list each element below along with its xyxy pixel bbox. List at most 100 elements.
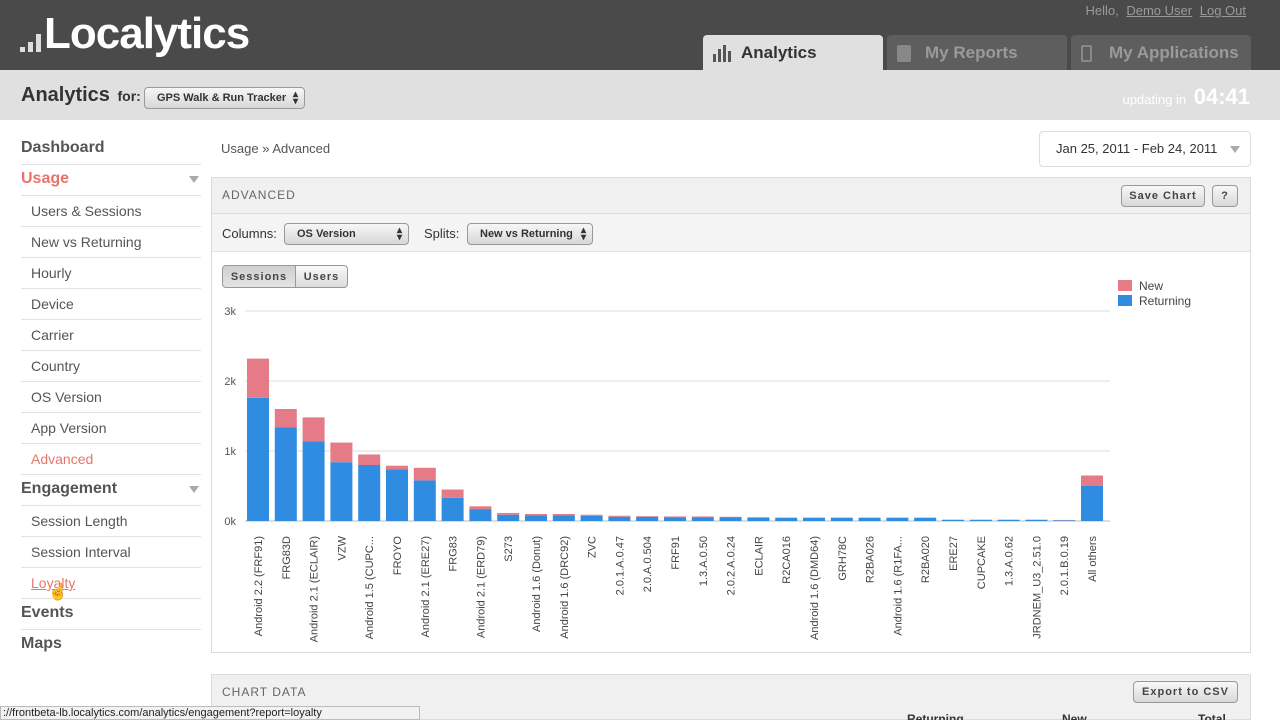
sub-header: Analytics for: GPS Walk & Run Tracker ▴ ▾… [0,70,1280,120]
sidebar-item-carrier[interactable]: Carrier [21,320,201,351]
legend-item-returning: Returning [1118,293,1191,308]
page-title-text: Analytics [21,84,110,106]
bar-new [247,358,269,398]
bar-new [358,454,381,465]
localytics-logo[interactable]: Localytics [20,10,250,58]
sidebar-item-hourly[interactable]: Hourly [21,258,201,289]
x-tick-label: Android 2.1 (ERE27) [420,536,432,638]
table-header-total[interactable]: Total [1198,712,1226,720]
sidebar-item-new-vs-returning[interactable]: New vs Returning [21,227,201,258]
x-tick-label: S273 [503,536,515,562]
sidebar-item-device[interactable]: Device [21,289,201,320]
x-tick-label: CUPCAKE [976,536,988,589]
x-tick-label: ERE27 [948,536,960,571]
bar-returning [274,427,297,521]
updown-arrows-icon: ▴ ▾ [292,89,298,107]
y-tick-label: 0k [224,516,236,528]
bar-new [302,417,325,442]
sidebar-item-country[interactable]: Country [21,351,201,382]
chevron-down-icon[interactable] [189,486,199,493]
bar-returning [775,517,798,521]
logout-link[interactable]: Log Out [1200,3,1246,18]
bar-new [525,514,547,516]
top-bar: Localytics Hello, Demo User Log Out Anal… [0,0,1280,70]
logo-bars-icon [20,34,41,52]
x-tick-label: Android 2.2 (FRF91) [253,536,265,636]
x-tick-label: Android 1.6 (R1FA... [892,536,904,636]
bar-returning [525,515,547,521]
x-tick-label: All others [1087,536,1099,582]
sidebar-item-engagement[interactable]: Engagement [21,475,201,506]
sidebar-item-advanced[interactable]: Advanced [21,444,201,475]
bar-returning [691,517,714,521]
x-tick-label: 2.0.2.A.0.24 [726,536,738,595]
bar-new [719,516,742,518]
table-header-new[interactable]: New [1062,712,1087,720]
user-name-link[interactable]: Demo User [1126,3,1192,18]
date-range-picker[interactable]: Jan 25, 2011 - Feb 24, 2011 [1039,131,1251,167]
countdown-value: 04:41 [1193,84,1250,109]
bar-new [413,467,436,481]
chevron-down-icon [1230,146,1240,153]
sidebar-item-session-interval[interactable]: Session Interval [21,537,201,568]
bar-returning [664,517,686,521]
x-tick-label: FRG83 [448,536,460,571]
bar-new [552,514,575,516]
app-select[interactable]: GPS Walk & Run Tracker ▴ ▾ [144,87,305,109]
x-tick-label: 1.3.A.0.50 [698,536,710,586]
bar-new [580,514,603,516]
bar-returning [997,519,1020,521]
page-title: Analytics for: [21,84,141,107]
bar-new [1081,475,1103,486]
legend-item-new: New [1118,278,1191,293]
bar-new [441,489,464,498]
bar-returning [1025,519,1048,521]
stacked-bar-chart: 0k 1k 2k 3k Android 2.2 (FRF91) FRG83D Android… [224,306,1110,642]
chevron-down-icon[interactable] [189,176,199,183]
x-tick-label: Android 1.6 (Donut) [531,536,543,632]
tab-my-applications[interactable]: My Applications [1071,35,1251,70]
bar-returning [386,469,408,521]
bar-new [636,516,659,517]
bar-returning [969,519,992,521]
sidebar-item-app-version[interactable]: App Version [21,413,201,444]
bar-new [386,465,408,470]
y-tick-label: 1k [224,446,236,458]
x-tick-label: Android 2.1 (ECLAIR) [309,536,321,642]
x-tick-label: VZW [336,535,348,560]
bar-returning [413,480,436,521]
sidebar-item-events[interactable]: Events [21,599,201,630]
bar-returning [636,516,659,521]
export-csv-button[interactable]: Export to CSV [1133,681,1238,703]
x-tick-label: Android 1.6 (DMD64) [809,536,821,640]
sidebar-item-os-version[interactable]: OS Version [21,382,201,413]
sidebar-item-maps[interactable]: Maps [21,630,201,661]
bar-returning [302,441,325,521]
x-tick-label: JRDNEM_U3_2.51.0 [1031,536,1043,639]
bar-returning [803,517,825,521]
bar-returning [580,515,603,521]
x-tick-label: ZVC [587,536,599,558]
table-header-returning[interactable]: Returning [907,712,964,720]
sidebar-item-label: Usage [21,170,70,187]
sidebar-item-dashboard[interactable]: Dashboard [21,134,201,165]
sidebar-item-users-sessions[interactable]: Users & Sessions [21,196,201,227]
sidebar-item-session-length[interactable]: Session Length [21,506,201,537]
x-tick-label: Android 1.5 (CUPC... [364,536,376,639]
legend-swatch-returning [1118,295,1132,306]
status-bar-url: ://frontbeta-lb.localytics.com/analytics… [0,706,420,720]
tab-analytics[interactable]: Analytics [703,35,883,70]
bar-new [497,512,520,515]
bar-returning [830,517,853,521]
sidebar-item-usage[interactable]: Usage [21,165,201,196]
y-tick-label: 2k [224,376,236,388]
x-tick-label: 2.0.1.A.0.47 [614,536,626,595]
bar-returning [1081,486,1103,521]
tab-my-reports[interactable]: My Reports [887,35,1067,70]
bar-returning [441,497,464,521]
bar-new [608,515,631,517]
x-tick-label: 1.3.A.0.62 [1004,536,1016,586]
tab-my-applications-label: My Applications [1109,42,1239,62]
bar-returning [914,517,937,521]
bar-new [274,409,297,428]
